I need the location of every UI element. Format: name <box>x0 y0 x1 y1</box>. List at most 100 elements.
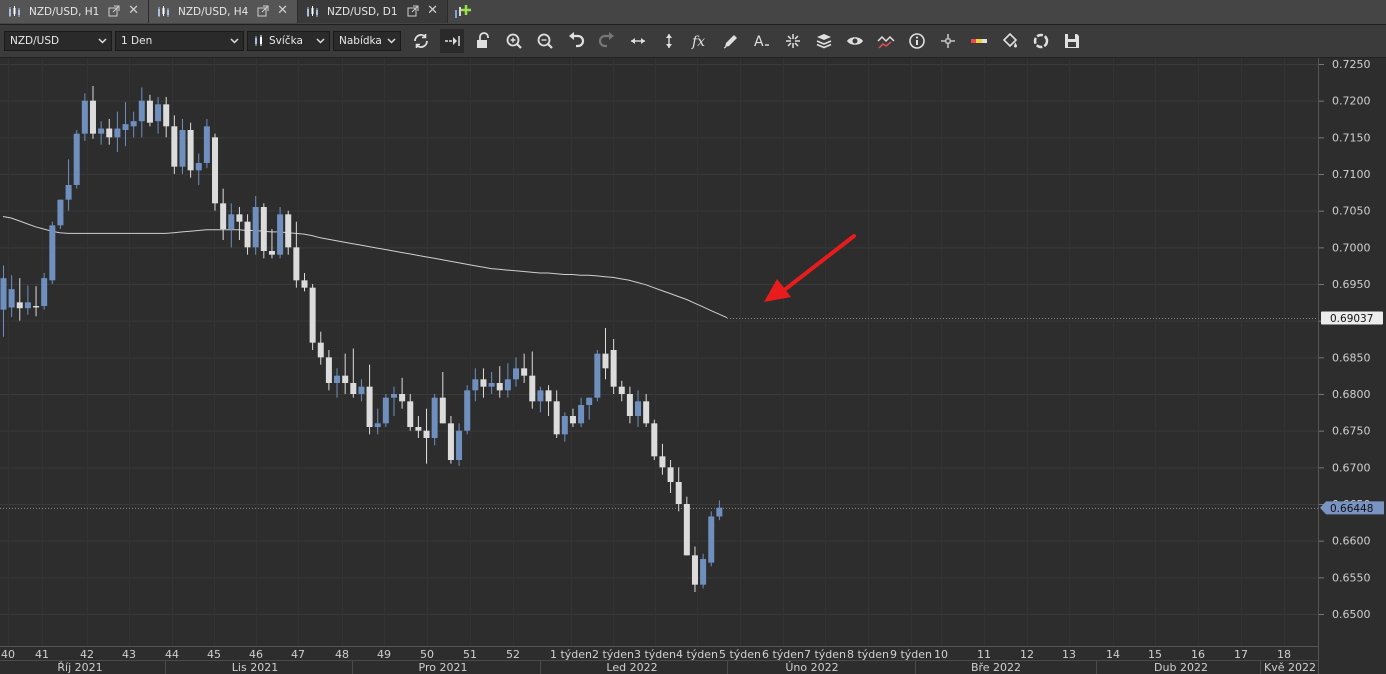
candle <box>382 394 389 427</box>
crosshair-tool-button[interactable] <box>781 29 805 53</box>
close-icon[interactable]: ✕ <box>277 3 288 19</box>
tab-nzdusd-h4[interactable]: NZD/USD, H4 ✕ <box>149 0 298 23</box>
timeframe-select[interactable]: 1 Den <box>115 31 244 51</box>
candle <box>431 394 438 446</box>
layers-button[interactable] <box>812 29 836 53</box>
candle <box>635 390 642 427</box>
save-button[interactable] <box>1060 29 1084 53</box>
candle <box>203 119 210 169</box>
candle-body <box>415 427 422 431</box>
candle <box>309 284 316 350</box>
cursor-button[interactable] <box>936 29 960 53</box>
chevron-down-icon <box>387 38 396 44</box>
candle <box>65 159 72 211</box>
candle-body <box>277 214 284 255</box>
zoom-in-button[interactable] <box>502 29 526 53</box>
horizontal-resize-button[interactable] <box>626 29 650 53</box>
candle-body <box>293 247 300 281</box>
chevron-down-icon <box>230 38 239 44</box>
unlock-button[interactable] <box>471 29 495 53</box>
price-tick-label: 0.7200 <box>1332 95 1371 108</box>
candle-body <box>472 379 479 391</box>
candle <box>456 423 463 466</box>
week-label: 5 týden <box>719 648 761 661</box>
month-label: Úno 2022 <box>785 661 838 674</box>
week-label: 11 <box>977 648 991 661</box>
zoom-out-button[interactable] <box>533 29 557 53</box>
candle <box>138 87 145 138</box>
close-icon[interactable]: ✕ <box>427 3 438 19</box>
candle-body <box>41 278 48 306</box>
tab-bar: NZD/USD, H1 ✕ NZD/USD, H4 ✕ NZD/USD, D1 … <box>0 0 1386 25</box>
candle-body <box>439 397 446 424</box>
undo-icon <box>569 32 585 48</box>
week-label: 17 <box>1234 648 1248 661</box>
candle-body <box>602 353 609 369</box>
candle <box>537 386 544 413</box>
candle-body <box>716 507 723 517</box>
info-button[interactable] <box>905 29 929 53</box>
candle-body <box>57 199 64 226</box>
candle <box>407 394 414 431</box>
candle <box>81 93 88 141</box>
week-label: 13 <box>1062 648 1076 661</box>
close-icon[interactable]: ✕ <box>128 3 139 19</box>
week-label: 49 <box>377 648 391 661</box>
text-tool-button[interactable]: A <box>750 29 774 53</box>
candle-body <box>618 386 625 394</box>
candle-body <box>171 126 178 167</box>
candle-body <box>529 375 536 402</box>
week-label: 15 <box>1148 648 1162 661</box>
candle <box>301 273 308 292</box>
candle <box>228 203 235 248</box>
week-label: 42 <box>80 648 94 661</box>
vertical-resize-icon <box>666 34 672 48</box>
candle-body <box>456 430 463 460</box>
candle <box>700 553 707 589</box>
undo-button[interactable] <box>564 29 588 53</box>
function-button[interactable]: fx <box>688 29 712 53</box>
candle-body <box>578 405 585 424</box>
tab-nzdusd-d1[interactable]: NZD/USD, D1 ✕ <box>298 0 448 23</box>
candle-body <box>626 394 633 416</box>
vertical-resize-button[interactable] <box>657 29 681 53</box>
pencil-button[interactable] <box>719 29 743 53</box>
candle-body <box>260 207 267 251</box>
offer-select[interactable]: Nabídka <box>333 31 401 51</box>
candle <box>122 102 129 147</box>
eye-button[interactable] <box>843 29 867 53</box>
candle <box>244 214 251 255</box>
week-label: 7 týden <box>804 648 846 661</box>
pop-out-icon[interactable] <box>108 5 120 17</box>
symbol-select[interactable]: NZD/USD <box>4 31 112 51</box>
indicator-button[interactable] <box>874 29 898 53</box>
ma-value-text: 0.69037 <box>1330 313 1373 325</box>
template-button[interactable] <box>1029 29 1053 53</box>
refresh-button[interactable] <box>409 29 433 53</box>
pop-out-icon[interactable] <box>407 5 419 17</box>
week-label: 6 týden <box>762 648 804 661</box>
last-price-text: 0.66448 <box>1330 503 1373 515</box>
redo-button[interactable] <box>595 29 619 53</box>
offer-value: Nabídka <box>339 35 382 47</box>
week-label: 41 <box>35 648 49 661</box>
price-chart[interactable]: 0.7250 0.7200 0.7150 0.7100 0.7050 0.7000 0.69… <box>0 58 1386 674</box>
candle-body <box>407 401 414 427</box>
tab-nzdusd-h1[interactable]: NZD/USD, H1 ✕ <box>0 0 149 23</box>
unlock-icon <box>477 32 489 48</box>
price-tick-label: 0.6700 <box>1332 461 1371 474</box>
candle <box>504 363 511 398</box>
candle <box>496 366 503 398</box>
week-label: 44 <box>165 648 179 661</box>
color-bar-button[interactable] <box>967 29 991 53</box>
autoscroll-button[interactable] <box>440 29 464 53</box>
add-chart-icon[interactable] <box>452 2 472 22</box>
price-tick-label: 0.7250 <box>1332 58 1371 71</box>
chart-type-select[interactable]: Svíčka <box>247 31 330 51</box>
pop-out-icon[interactable] <box>257 5 269 17</box>
candle <box>529 351 536 409</box>
candle-body <box>33 306 40 308</box>
candle <box>252 196 259 255</box>
paint-bucket-button[interactable] <box>998 29 1022 53</box>
price-tick-label: 0.7050 <box>1332 205 1371 218</box>
